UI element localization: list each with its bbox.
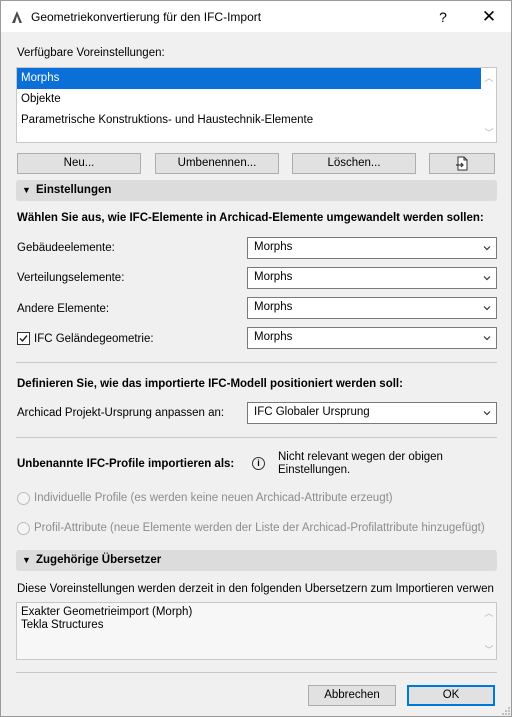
export-file-icon [456, 156, 468, 171]
translators-header-label: Zugehörige Übersetzer [36, 554, 162, 566]
ok-button[interactable]: OK [407, 685, 495, 706]
site-geometry-checkbox[interactable] [17, 332, 30, 345]
site-geometry-label: IFC Geländegeometrie: [34, 333, 154, 345]
origin-label: Archicad Projekt-Ursprung anpassen an: [17, 407, 225, 419]
rename-button[interactable]: Umbenennen... [155, 153, 279, 174]
building-elements-label: Gebäudeelemente: [17, 242, 115, 254]
presets-list[interactable]: Morphs Objekte Parametrische Konstruktio… [16, 67, 497, 143]
translators-section-header[interactable]: ▼ Zugehörige Übersetzer [16, 550, 497, 571]
divider [16, 437, 497, 438]
divider [16, 362, 497, 363]
profiles-info-line1: Nicht relevant wegen der obigen [278, 451, 443, 463]
title-bar: Geometriekonvertierung für den IFC-Impor… [1, 1, 511, 32]
origin-select[interactable]: IFC Globaler Ursprung [247, 402, 497, 424]
position-heading: Definieren Sie, wie das importierte IFC-… [17, 378, 403, 390]
individual-profiles-label: Individuelle Profile (es werden keine ne… [34, 492, 393, 504]
building-elements-select[interactable]: Morphs [247, 237, 497, 259]
scroll-down-icon[interactable]: ﹀ [483, 126, 495, 138]
select-value: Morphs [254, 241, 293, 253]
new-button[interactable]: Neu... [17, 153, 141, 174]
chevron-down-icon [483, 246, 491, 251]
select-value: Morphs [254, 271, 293, 283]
other-elements-label: Andere Elemente: [17, 303, 110, 315]
checkmark-icon [19, 335, 28, 343]
profiles-label: Unbenannte IFC-Profile importieren als: [17, 458, 235, 470]
profile-attributes-label: Profil-Attribute (neue Elemente werden d… [34, 522, 485, 534]
chevron-down-icon [483, 411, 491, 416]
dialog-window: Geometriekonvertierung für den IFC-Impor… [0, 0, 512, 717]
resize-grip-icon[interactable] [501, 706, 511, 716]
help-button[interactable]: ? [433, 7, 453, 27]
profile-attributes-radio[interactable] [17, 522, 30, 535]
collapse-triangle-icon: ▼ [22, 555, 31, 565]
select-value: Morphs [254, 331, 293, 343]
chevron-down-icon [483, 336, 491, 341]
list-item[interactable]: Parametrische Konstruktions- und Haustec… [17, 110, 481, 131]
archicad-logo-icon [12, 11, 22, 23]
settings-header-label: Einstellungen [36, 184, 112, 196]
chevron-down-icon [483, 276, 491, 281]
site-geometry-select[interactable]: Morphs [247, 327, 497, 349]
select-value: Morphs [254, 301, 293, 313]
settings-section-header[interactable]: ▼ Einstellungen [16, 180, 497, 201]
delete-button[interactable]: Löschen... [292, 153, 416, 174]
scroll-down-icon[interactable]: ﹀ [483, 643, 495, 655]
info-icon: i [252, 457, 265, 470]
profiles-info-line2: Einstellungen. [278, 464, 351, 476]
window-title: Geometriekonvertierung für den IFC-Impor… [31, 10, 262, 24]
other-elements-select[interactable]: Morphs [247, 297, 497, 319]
chevron-down-icon [483, 306, 491, 311]
scroll-up-icon[interactable]: ︿ [483, 71, 495, 83]
list-item[interactable]: Objekte [17, 89, 481, 110]
close-button[interactable]: ✕ [479, 7, 499, 27]
convert-heading: Wählen Sie aus, wie IFC-Elemente in Arch… [17, 212, 484, 224]
list-item[interactable]: Morphs [17, 68, 481, 89]
translator-item: Exakter Geometrieimport (Morph) [21, 606, 193, 618]
translators-list[interactable]: Exakter Geometrieimport (Morph) Tekla St… [16, 602, 497, 660]
distribution-elements-select[interactable]: Morphs [247, 267, 497, 289]
export-button[interactable] [429, 153, 495, 174]
individual-profiles-radio[interactable] [17, 492, 30, 505]
translator-item: Tekla Structures [21, 619, 104, 631]
select-value: IFC Globaler Ursprung [254, 406, 370, 418]
divider [16, 672, 497, 673]
scroll-up-icon[interactable]: ︿ [483, 606, 495, 618]
translators-description: Diese Voreinstellungen werden derzeit in… [17, 583, 494, 595]
presets-label: Verfügbare Voreinstellungen: [17, 47, 165, 59]
cancel-button[interactable]: Abbrechen [308, 685, 396, 706]
collapse-triangle-icon: ▼ [22, 185, 31, 195]
distribution-elements-label: Verteilungselemente: [17, 272, 125, 284]
